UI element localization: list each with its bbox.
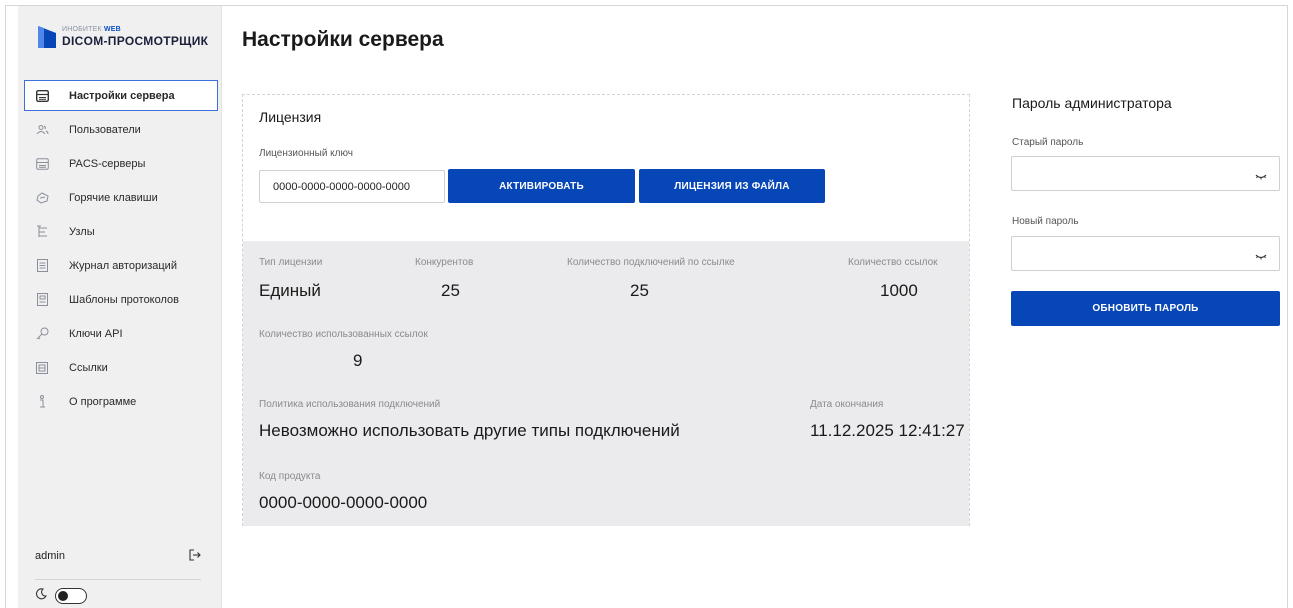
sidebar-item-hotkeys[interactable]: Горячие клавиши [24,182,218,213]
sidebar: ИНОБИТЕК WEB DICOM-ПРОСМОТРЩИК Настройки… [18,6,222,608]
page-title: Настройки сервера [242,28,444,51]
link-icon [35,361,49,375]
sidebar-item-label: Пользователи [69,123,141,136]
moon-icon [35,587,47,605]
policy-value: Невозможно использовать другие типы подк… [259,421,680,440]
license-info-panel: Тип лицензии Единый Конкурентов 25 Колич… [243,241,969,526]
used-links-value: 9 [353,351,363,370]
server-icon [35,157,49,171]
link-connections-label: Количество подключений по ссылке [567,257,735,268]
concurrent-label: Конкурентов [415,257,474,268]
sidebar-item-auth-log[interactable]: Журнал авторизаций [24,250,218,281]
brand-prefix: ИНОБИТЕК WEB [62,25,121,33]
license-type-label: Тип лицензии [259,257,323,268]
license-heading: Лицензия [259,109,322,125]
sidebar-item-label: Узлы [69,225,95,238]
sidebar-item-server-settings[interactable]: Настройки сервера [24,80,218,111]
sidebar-nav: Настройки сервера Пользователи PACS-серв… [24,80,218,420]
sidebar-item-pacs[interactable]: PACS-серверы [24,148,218,179]
users-icon [35,123,49,137]
sidebar-item-users[interactable]: Пользователи [24,114,218,145]
concurrent-value: 25 [441,281,460,300]
sidebar-item-label: PACS-серверы [69,157,146,170]
nodes-icon [35,225,49,239]
expiry-value: 11.12.2025 12:41:27 [810,421,965,440]
sidebar-item-label: Ключи API [69,327,123,340]
update-password-button[interactable]: ОБНОВИТЬ ПАРОЛЬ [1011,291,1280,326]
product-code-label: Код продукта [259,471,321,482]
new-password-label: Новый пароль [1012,216,1079,227]
links-count-label: Количество ссылок [848,257,938,268]
keyboard-icon [35,191,49,205]
product-code-value: 0000-0000-0000-0000 [259,493,428,512]
policy-label: Политика использования подключений [259,399,441,410]
license-card: Лицензия Лицензионный ключ АКТИВИРОВАТЬ … [242,94,970,526]
license-key-input[interactable] [259,170,445,203]
expiry-label: Дата окончания [810,399,884,410]
activate-button[interactable]: АКТИВИРОВАТЬ [448,169,635,203]
sidebar-item-label: Настройки сервера [69,89,175,102]
license-key-label: Лицензионный ключ [259,148,353,159]
sidebar-item-label: Шаблоны протоколов [69,293,179,306]
eye-closed-icon[interactable] [1255,169,1267,180]
admin-password-heading: Пароль администратора [1012,95,1172,111]
dark-theme-toggle[interactable] [55,588,87,604]
links-count-value: 1000 [880,281,918,300]
sidebar-item-label: Ссылки [69,361,108,374]
old-password-label: Старый пароль [1012,137,1084,148]
license-from-file-button[interactable]: ЛИЦЕНЗИЯ ИЗ ФАЙЛА [639,169,825,203]
link-connections-value: 25 [630,281,649,300]
old-password-input[interactable] [1011,156,1280,191]
user-name: admin [35,550,65,562]
log-icon [35,259,49,273]
server-icon [35,89,49,103]
sidebar-item-label: Журнал авторизаций [69,259,177,272]
sidebar-footer: admin [18,546,221,605]
sidebar-item-nodes[interactable]: Узлы [24,216,218,247]
sidebar-item-templates[interactable]: Шаблоны протоколов [24,284,218,315]
sidebar-item-links[interactable]: Ссылки [24,352,218,383]
sidebar-item-about[interactable]: О программе [24,386,218,417]
footer-divider [35,579,201,580]
used-links-label: Количество использованных ссылок [259,329,428,340]
sidebar-item-label: О программе [69,395,137,408]
logo-mark-icon [36,23,58,49]
eye-closed-icon[interactable] [1255,249,1267,260]
brand-logo[interactable]: ИНОБИТЕК WEB DICOM-ПРОСМОТРЩИК [36,18,208,54]
brand-name: DICOM-ПРОСМОТРЩИК [62,33,209,48]
license-type-value: Единый [259,281,321,300]
sidebar-item-api-keys[interactable]: Ключи API [24,318,218,349]
info-icon [35,394,49,409]
new-password-input[interactable] [1011,236,1280,271]
template-icon [35,293,49,307]
sidebar-item-label: Горячие клавиши [69,191,158,204]
logout-icon[interactable] [189,548,201,564]
key-icon [35,327,49,341]
toggle-knob [58,590,68,601]
